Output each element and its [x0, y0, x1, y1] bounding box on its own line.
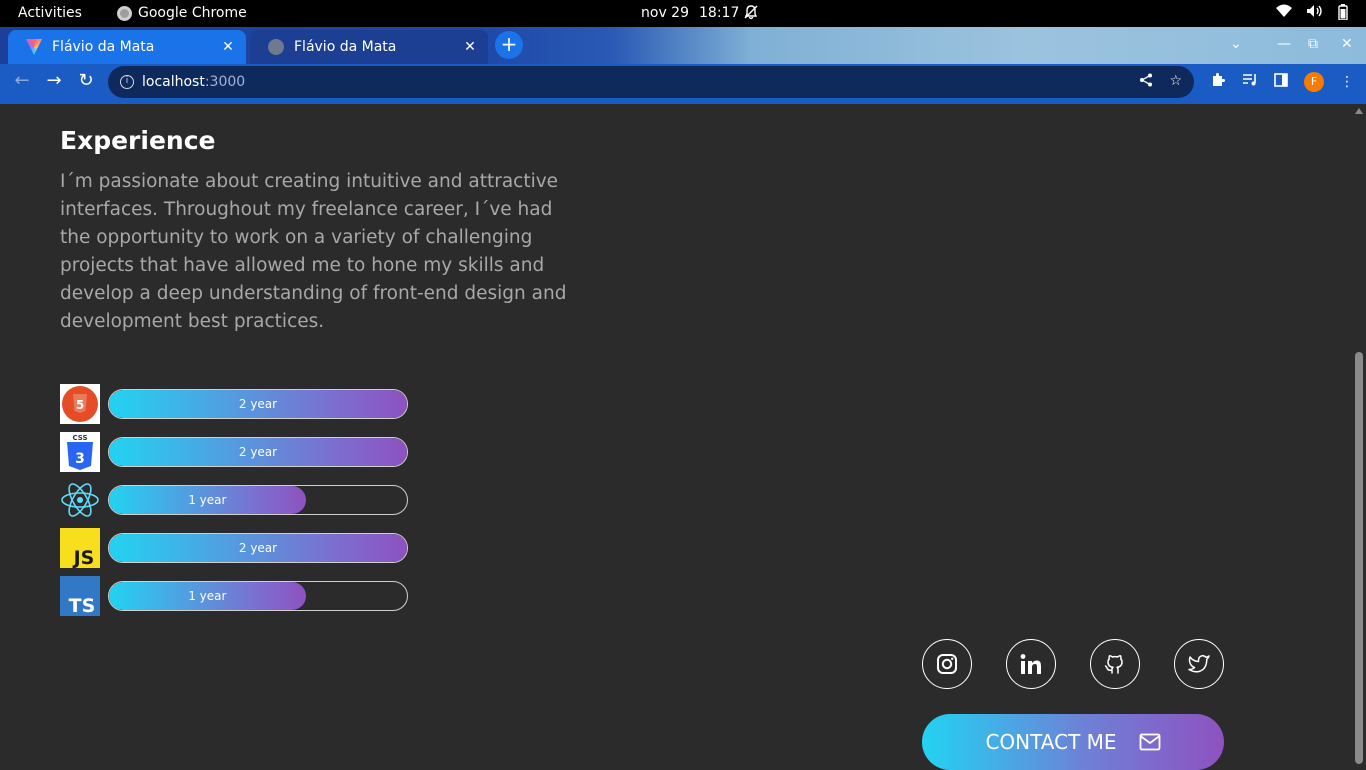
- clock[interactable]: nov 29 18:17: [641, 5, 739, 21]
- skill-row-html: 5 2 year: [60, 384, 410, 424]
- contact-me-button[interactable]: CONTACT ME: [922, 714, 1224, 770]
- linkedin-icon: [1020, 654, 1041, 674]
- experience-heading: Experience: [60, 126, 216, 155]
- wifi-icon: [1276, 4, 1292, 24]
- site-favicon-icon: [26, 39, 42, 55]
- menu-kebab-icon[interactable]: ⋮: [1340, 74, 1354, 90]
- activities-button[interactable]: Activities: [18, 5, 82, 21]
- scroll-up-arrow-icon[interactable]: [1355, 108, 1363, 114]
- side-panel-icon[interactable]: [1274, 73, 1288, 91]
- skill-row-typescript: TS 1 year: [60, 576, 410, 617]
- skill-bar: 1 year: [108, 485, 408, 515]
- twitter-button[interactable]: [1174, 639, 1224, 689]
- mail-icon: [1139, 733, 1160, 751]
- app-menu[interactable]: Google Chrome: [117, 5, 247, 21]
- close-tab-icon[interactable]: ✕: [462, 39, 478, 55]
- skill-years-label: 1 year: [188, 493, 227, 507]
- html5-icon: 5: [60, 384, 100, 424]
- css3-icon: CSS 3: [60, 432, 100, 472]
- extensions-icon[interactable]: [1210, 72, 1226, 92]
- js-logo-text: JS: [72, 547, 95, 568]
- address-bar[interactable]: i localhost:3000 ☆: [108, 66, 1194, 98]
- url-host: localhost: [142, 74, 205, 90]
- github-icon: [1104, 655, 1123, 674]
- contact-me-label: CONTACT ME: [985, 730, 1117, 754]
- page-scrollbar[interactable]: [1352, 104, 1366, 768]
- url-port: :3000: [204, 74, 246, 90]
- react-icon: [60, 480, 100, 520]
- svg-text:5: 5: [76, 398, 84, 412]
- svg-text:3: 3: [75, 451, 85, 467]
- tab-inactive[interactable]: Flávio da Mata ✕: [250, 30, 488, 64]
- skill-bar: 2 year: [108, 389, 408, 419]
- profile-avatar[interactable]: F: [1304, 72, 1324, 92]
- skill-years-label: 2 year: [238, 541, 278, 555]
- skill-bar: 2 year: [108, 437, 408, 467]
- tab-title: Flávio da Mata: [294, 39, 397, 55]
- media-queue-icon[interactable]: [1242, 73, 1258, 91]
- back-icon[interactable]: ←: [10, 70, 34, 91]
- system-tray[interactable]: [1276, 4, 1348, 24]
- javascript-icon: JS: [60, 528, 100, 569]
- close-tab-icon[interactable]: ✕: [220, 39, 236, 55]
- system-top-bar: Activities Google Chrome nov 29 18:17: [0, 0, 1366, 27]
- instagram-icon: [937, 654, 957, 674]
- bookmark-star-icon[interactable]: ☆: [1169, 73, 1182, 91]
- scrollbar-thumb[interactable]: [1355, 352, 1363, 764]
- linkedin-button[interactable]: [1006, 639, 1056, 689]
- ts-logo-text: TS: [69, 595, 96, 616]
- tab-search-icon[interactable]: ⌄: [1230, 36, 1242, 52]
- github-button[interactable]: [1090, 639, 1140, 689]
- skill-row-css: CSS 3 2 year: [60, 432, 410, 472]
- battery-icon: [1338, 4, 1348, 24]
- typescript-icon: TS: [60, 576, 100, 617]
- browser-toolbar: ← → ↻ i localhost:3000 ☆ F ⋮: [0, 64, 1366, 100]
- skill-row-react: 1 year: [60, 480, 410, 520]
- experience-description: I´m passionate about creating intuitive …: [60, 171, 567, 332]
- app-name: Google Chrome: [138, 5, 247, 21]
- notifications-muted-icon: [743, 4, 759, 24]
- css-logo-text: CSS: [72, 434, 87, 442]
- site-info-icon[interactable]: i: [120, 75, 134, 89]
- instagram-button[interactable]: [922, 639, 972, 689]
- new-tab-button[interactable]: +: [495, 31, 523, 59]
- close-window-icon[interactable]: ✕: [1341, 36, 1353, 52]
- skill-row-javascript: JS 2 year: [60, 528, 410, 569]
- page-content: Experience I´m passionate about creating…: [0, 104, 1352, 770]
- forward-icon[interactable]: →: [42, 70, 66, 91]
- chrome-icon: [117, 5, 132, 21]
- tab-active[interactable]: Flávio da Mata ✕: [8, 30, 246, 64]
- share-icon[interactable]: [1139, 73, 1153, 91]
- tab-title: Flávio da Mata: [52, 39, 155, 55]
- restore-icon[interactable]: ⧉: [1308, 36, 1318, 52]
- skill-years-label: 2 year: [238, 397, 278, 411]
- volume-icon: [1306, 4, 1324, 24]
- skill-bar: 1 year: [108, 581, 408, 611]
- skill-bar: 2 year: [108, 533, 408, 563]
- globe-icon: [268, 39, 284, 55]
- minimize-icon[interactable]: —: [1277, 36, 1291, 52]
- twitter-icon: [1188, 655, 1210, 673]
- clock-time: 18:17: [699, 5, 740, 21]
- skill-years-label: 1 year: [188, 589, 227, 603]
- clock-date: nov 29: [641, 5, 689, 21]
- reload-icon[interactable]: ↻: [74, 70, 98, 91]
- skill-years-label: 2 year: [238, 445, 278, 459]
